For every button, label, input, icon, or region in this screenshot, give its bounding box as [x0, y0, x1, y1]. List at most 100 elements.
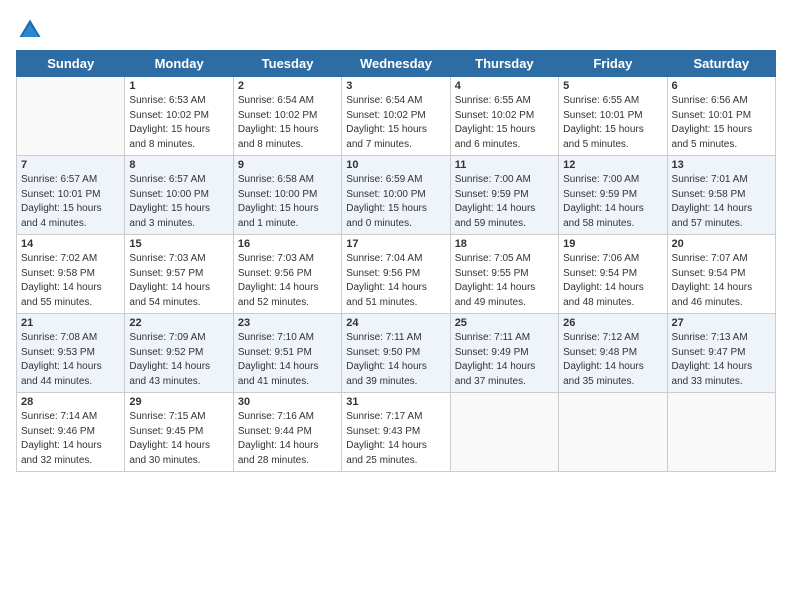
- calendar-cell: 8 Sunrise: 6:57 AMSunset: 10:00 PMDayligh…: [125, 156, 233, 235]
- day-info: Sunrise: 6:56 AMSunset: 10:01 PMDaylight…: [672, 94, 771, 152]
- calendar-cell: 7 Sunrise: 6:57 AMSunset: 10:01 PMDayligh…: [17, 156, 125, 235]
- day-info: Sunrise: 7:05 AMSunset: 9:55 PMDaylight:…: [455, 252, 554, 310]
- day-number: 11: [455, 159, 554, 171]
- weekday-header: Thursday: [450, 51, 558, 77]
- day-info: Sunrise: 7:10 AMSunset: 9:51 PMDaylight:…: [238, 331, 337, 389]
- calendar-cell: 24 Sunrise: 7:11 AMSunset: 9:50 PMDayligh…: [342, 314, 450, 393]
- day-number: 21: [21, 317, 120, 329]
- day-number: 1: [129, 80, 228, 92]
- day-number: 4: [455, 80, 554, 92]
- day-info: Sunrise: 7:13 AMSunset: 9:47 PMDaylight:…: [672, 331, 771, 389]
- day-info: Sunrise: 7:07 AMSunset: 9:54 PMDaylight:…: [672, 252, 771, 310]
- calendar-cell: 4 Sunrise: 6:55 AMSunset: 10:02 PMDayligh…: [450, 77, 558, 156]
- day-number: 15: [129, 238, 228, 250]
- calendar-cell: 30 Sunrise: 7:16 AMSunset: 9:44 PMDayligh…: [233, 393, 341, 472]
- day-number: 9: [238, 159, 337, 171]
- day-info: Sunrise: 7:15 AMSunset: 9:45 PMDaylight:…: [129, 410, 228, 468]
- calendar-cell: [450, 393, 558, 472]
- day-number: 13: [672, 159, 771, 171]
- weekday-header: Saturday: [667, 51, 775, 77]
- calendar-cell: [559, 393, 667, 472]
- calendar-cell: 31 Sunrise: 7:17 AMSunset: 9:43 PMDayligh…: [342, 393, 450, 472]
- day-number: 27: [672, 317, 771, 329]
- day-info: Sunrise: 6:54 AMSunset: 10:02 PMDaylight…: [238, 94, 337, 152]
- page-header: [16, 16, 776, 44]
- calendar-cell: [667, 393, 775, 472]
- calendar-week-row: 14Sunrise: 7:02 AMSunset: 9:58 PMDayligh…: [17, 235, 776, 314]
- day-number: 7: [21, 159, 120, 171]
- day-number: 6: [672, 80, 771, 92]
- day-info: Sunrise: 7:16 AMSunset: 9:44 PMDaylight:…: [238, 410, 337, 468]
- day-info: Sunrise: 6:55 AMSunset: 10:01 PMDaylight…: [563, 94, 662, 152]
- day-info: Sunrise: 7:02 AMSunset: 9:58 PMDaylight:…: [21, 252, 120, 310]
- calendar-cell: 21 Sunrise: 7:08 AMSunset: 9:53 PMDayligh…: [17, 314, 125, 393]
- day-info: Sunrise: 6:57 AMSunset: 10:00 PMDaylight…: [129, 173, 228, 231]
- calendar-cell: 18 Sunrise: 7:05 AMSunset: 9:55 PMDayligh…: [450, 235, 558, 314]
- day-info: Sunrise: 7:06 AMSunset: 9:54 PMDaylight:…: [563, 252, 662, 310]
- day-info: Sunrise: 7:00 AMSunset: 9:59 PMDaylight:…: [563, 173, 662, 231]
- calendar-cell: 22 Sunrise: 7:09 AMSunset: 9:52 PMDayligh…: [125, 314, 233, 393]
- day-number: 18: [455, 238, 554, 250]
- day-number: 25: [455, 317, 554, 329]
- day-info: Sunrise: 6:53 AMSunset: 10:02 PMDaylight…: [129, 94, 228, 152]
- calendar-cell: 20Sunrise: 7:07 AMSunset: 9:54 PMDayligh…: [667, 235, 775, 314]
- weekday-header: Wednesday: [342, 51, 450, 77]
- weekday-header: Sunday: [17, 51, 125, 77]
- day-number: 24: [346, 317, 445, 329]
- calendar-cell: 25 Sunrise: 7:11 AMSunset: 9:49 PMDayligh…: [450, 314, 558, 393]
- calendar-cell: 29 Sunrise: 7:15 AMSunset: 9:45 PMDayligh…: [125, 393, 233, 472]
- day-info: Sunrise: 7:00 AMSunset: 9:59 PMDaylight:…: [455, 173, 554, 231]
- day-number: 30: [238, 396, 337, 408]
- calendar-cell: 11 Sunrise: 7:00 AMSunset: 9:59 PMDayligh…: [450, 156, 558, 235]
- calendar-cell: 9 Sunrise: 6:58 AMSunset: 10:00 PMDayligh…: [233, 156, 341, 235]
- day-info: Sunrise: 6:58 AMSunset: 10:00 PMDaylight…: [238, 173, 337, 231]
- day-info: Sunrise: 7:09 AMSunset: 9:52 PMDaylight:…: [129, 331, 228, 389]
- calendar-cell: 15 Sunrise: 7:03 AMSunset: 9:57 PMDayligh…: [125, 235, 233, 314]
- calendar-week-row: 28 Sunrise: 7:14 AMSunset: 9:46 PMDayligh…: [17, 393, 776, 472]
- calendar-cell: 26 Sunrise: 7:12 AMSunset: 9:48 PMDayligh…: [559, 314, 667, 393]
- calendar-cell: 28 Sunrise: 7:14 AMSunset: 9:46 PMDayligh…: [17, 393, 125, 472]
- day-info: Sunrise: 7:03 AMSunset: 9:57 PMDaylight:…: [129, 252, 228, 310]
- calendar-cell: 13 Sunrise: 7:01 AMSunset: 9:58 PMDayligh…: [667, 156, 775, 235]
- calendar-cell: 27 Sunrise: 7:13 AMSunset: 9:47 PMDayligh…: [667, 314, 775, 393]
- day-info: Sunrise: 7:17 AMSunset: 9:43 PMDaylight:…: [346, 410, 445, 468]
- day-info: Sunrise: 7:11 AMSunset: 9:50 PMDaylight:…: [346, 331, 445, 389]
- day-info: Sunrise: 7:11 AMSunset: 9:49 PMDaylight:…: [455, 331, 554, 389]
- day-info: Sunrise: 6:57 AMSunset: 10:01 PMDaylight…: [21, 173, 120, 231]
- day-number: 12: [563, 159, 662, 171]
- calendar-week-row: 1 Sunrise: 6:53 AMSunset: 10:02 PMDayligh…: [17, 77, 776, 156]
- day-info: Sunrise: 6:54 AMSunset: 10:02 PMDaylight…: [346, 94, 445, 152]
- calendar-cell: 23 Sunrise: 7:10 AMSunset: 9:51 PMDayligh…: [233, 314, 341, 393]
- day-number: 26: [563, 317, 662, 329]
- day-number: 10: [346, 159, 445, 171]
- day-number: 8: [129, 159, 228, 171]
- day-info: Sunrise: 6:59 AMSunset: 10:00 PMDaylight…: [346, 173, 445, 231]
- calendar-week-row: 7 Sunrise: 6:57 AMSunset: 10:01 PMDayligh…: [17, 156, 776, 235]
- weekday-header-row: SundayMondayTuesdayWednesdayThursdayFrid…: [17, 51, 776, 77]
- day-number: 29: [129, 396, 228, 408]
- calendar-cell: [17, 77, 125, 156]
- calendar-cell: 12 Sunrise: 7:00 AMSunset: 9:59 PMDayligh…: [559, 156, 667, 235]
- day-number: 19: [563, 238, 662, 250]
- day-number: 17: [346, 238, 445, 250]
- day-number: 3: [346, 80, 445, 92]
- day-number: 22: [129, 317, 228, 329]
- calendar-cell: 3 Sunrise: 6:54 AMSunset: 10:02 PMDayligh…: [342, 77, 450, 156]
- day-info: Sunrise: 6:55 AMSunset: 10:02 PMDaylight…: [455, 94, 554, 152]
- day-number: 28: [21, 396, 120, 408]
- day-info: Sunrise: 7:08 AMSunset: 9:53 PMDaylight:…: [21, 331, 120, 389]
- day-info: Sunrise: 7:01 AMSunset: 9:58 PMDaylight:…: [672, 173, 771, 231]
- calendar-week-row: 21 Sunrise: 7:08 AMSunset: 9:53 PMDayligh…: [17, 314, 776, 393]
- day-number: 31: [346, 396, 445, 408]
- calendar-cell: 16Sunrise: 7:03 AMSunset: 9:56 PMDayligh…: [233, 235, 341, 314]
- calendar-cell: 6 Sunrise: 6:56 AMSunset: 10:01 PMDayligh…: [667, 77, 775, 156]
- weekday-header: Friday: [559, 51, 667, 77]
- logo-icon: [16, 16, 44, 44]
- day-info: Sunrise: 7:12 AMSunset: 9:48 PMDaylight:…: [563, 331, 662, 389]
- day-info: Sunrise: 7:14 AMSunset: 9:46 PMDaylight:…: [21, 410, 120, 468]
- calendar-cell: 19 Sunrise: 7:06 AMSunset: 9:54 PMDayligh…: [559, 235, 667, 314]
- calendar-table: SundayMondayTuesdayWednesdayThursdayFrid…: [16, 50, 776, 472]
- day-info: Sunrise: 7:03 AMSunset: 9:56 PMDaylight:…: [238, 252, 337, 310]
- weekday-header: Monday: [125, 51, 233, 77]
- day-number: 23: [238, 317, 337, 329]
